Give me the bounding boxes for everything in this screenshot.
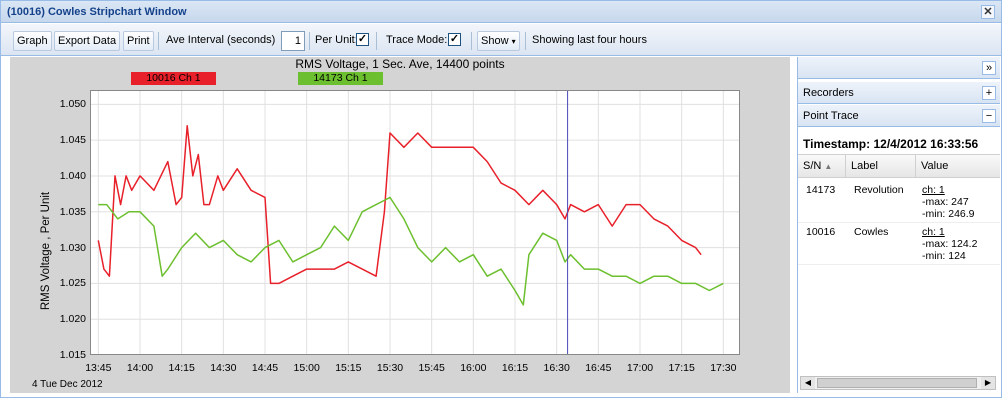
x-tick-label: 16:45: [585, 362, 612, 374]
double-chevron-right-icon[interactable]: »: [982, 61, 996, 75]
x-tick-label: 14:45: [251, 362, 279, 374]
ave-interval-label: Ave Interval (seconds): [166, 34, 276, 46]
x-tick-label: 14:15: [168, 362, 195, 374]
y-tick-label: 1.020: [59, 313, 86, 326]
row-sn: 14173: [806, 184, 836, 196]
side-panel-header: »: [798, 57, 1000, 79]
y-tick-label: 1.030: [59, 241, 86, 254]
y-tick-label: 1.025: [59, 277, 86, 290]
minus-icon[interactable]: −: [982, 109, 996, 123]
window-title: (10016) Cowles Stripchart Window: [7, 6, 187, 18]
series-line-0: [97, 125, 702, 285]
row-max: -max: 124.2: [922, 238, 978, 250]
table-row[interactable]: 10016 Cowles ch: 1 -max: 124.2 -min: 124: [798, 223, 1000, 265]
y-tick-label: 1.035: [59, 205, 86, 218]
row-label: Cowles: [854, 226, 889, 238]
x-tick-label: 16:30: [543, 362, 570, 374]
y-tick-label: 1.050: [59, 98, 86, 111]
x-tick-label: 17:30: [710, 362, 737, 374]
print-button[interactable]: Print: [123, 31, 154, 51]
x-tick-label: 17:00: [626, 362, 654, 374]
toolbar-separator: [158, 32, 159, 50]
x-tick-label: 15:45: [418, 362, 445, 374]
x-tick-label: 13:45: [85, 362, 112, 374]
row-min: -min: 124: [922, 250, 966, 262]
plot-svg: [90, 90, 740, 356]
table-row[interactable]: 14173 Revolution ch: 1 -max: 247 -min: 2…: [798, 181, 1000, 223]
show-dropdown-button[interactable]: Show ▾: [477, 31, 520, 51]
ave-interval-input[interactable]: 1: [281, 31, 305, 51]
x-tick-label: 14:00: [126, 362, 154, 374]
toolbar: Graph Export Data Print Ave Interval (se…: [1, 24, 1001, 56]
column-label[interactable]: Label: [846, 155, 916, 177]
row-min: -min: 246.9: [922, 208, 975, 220]
row-channel-link[interactable]: ch: 1: [922, 184, 945, 196]
x-tick-label: 16:00: [460, 362, 487, 374]
x-tick-label: 17:15: [668, 362, 695, 374]
toolbar-separator: [525, 32, 526, 50]
toolbar-separator: [309, 32, 310, 50]
point-trace-header[interactable]: Point Trace −: [798, 105, 1000, 127]
toolbar-separator: [471, 32, 472, 50]
x-tick-label: 14:30: [210, 362, 237, 374]
legend-item-10016[interactable]: 10016 Ch 1: [131, 72, 216, 85]
scrollbar-thumb[interactable]: [817, 378, 977, 388]
scroll-left-icon[interactable]: ◀: [801, 377, 815, 389]
column-sn[interactable]: S/N ▲: [798, 155, 846, 177]
window-titlebar: (10016) Cowles Stripchart Window ✕: [1, 1, 1001, 23]
sort-asc-icon: ▲: [824, 162, 833, 171]
recorders-header[interactable]: Recorders +: [798, 82, 1000, 104]
date-label: 4 Tue Dec 2012: [32, 379, 103, 390]
x-tick-label: 15:15: [335, 362, 362, 374]
chart-title: RMS Voltage, 1 Sec. Ave, 14400 points: [295, 57, 505, 71]
grid-header: S/N ▲ Label Value: [798, 154, 1000, 178]
legend-item-14173[interactable]: 14173 Ch 1: [298, 72, 383, 85]
timestamp: Timestamp: 12/4/2012 16:33:56: [803, 137, 979, 151]
per-unit-checkbox[interactable]: ✓: [356, 33, 369, 46]
y-tick-label: 1.040: [59, 169, 86, 182]
x-tick-label: 15:30: [376, 362, 404, 374]
series-line-1: [98, 196, 724, 306]
y-tick-label: 1.045: [59, 134, 86, 147]
horizontal-scrollbar[interactable]: ◀ ▶: [800, 376, 996, 390]
row-sn: 10016: [806, 226, 836, 238]
point-trace-label: Point Trace: [803, 110, 859, 122]
status-text: Showing last four hours: [532, 34, 647, 46]
trace-mode-label: Trace Mode:: [386, 34, 448, 46]
row-channel-link[interactable]: ch: 1: [922, 226, 945, 238]
toolbar-separator: [376, 32, 377, 50]
plot-area[interactable]: [90, 90, 740, 356]
x-tick-label: 15:00: [293, 362, 320, 374]
x-tick-label: 16:15: [501, 362, 529, 374]
row-max: -max: 247: [922, 196, 969, 208]
row-label: Revolution: [854, 184, 904, 196]
show-label: Show: [481, 35, 509, 47]
recorders-label: Recorders: [803, 87, 854, 99]
column-value[interactable]: Value: [916, 155, 1000, 177]
plus-icon[interactable]: +: [982, 86, 996, 100]
per-unit-label: Per Unit:: [315, 34, 358, 46]
side-panel: » Recorders + Point Trace − Timestamp: 1…: [797, 57, 1000, 393]
trace-mode-checkbox[interactable]: ✓: [448, 33, 461, 46]
graph-button[interactable]: Graph: [13, 31, 52, 51]
chevron-down-icon: ▾: [511, 37, 516, 46]
stripchart-window: (10016) Cowles Stripchart Window ✕ Graph…: [0, 0, 1002, 398]
chart-panel: RMS Voltage, 1 Sec. Ave, 14400 points 10…: [10, 57, 790, 393]
y-tick-label: 1.015: [59, 349, 86, 361]
scroll-right-icon[interactable]: ▶: [981, 377, 995, 389]
close-icon[interactable]: ✕: [981, 5, 995, 19]
export-data-button[interactable]: Export Data: [54, 31, 121, 51]
